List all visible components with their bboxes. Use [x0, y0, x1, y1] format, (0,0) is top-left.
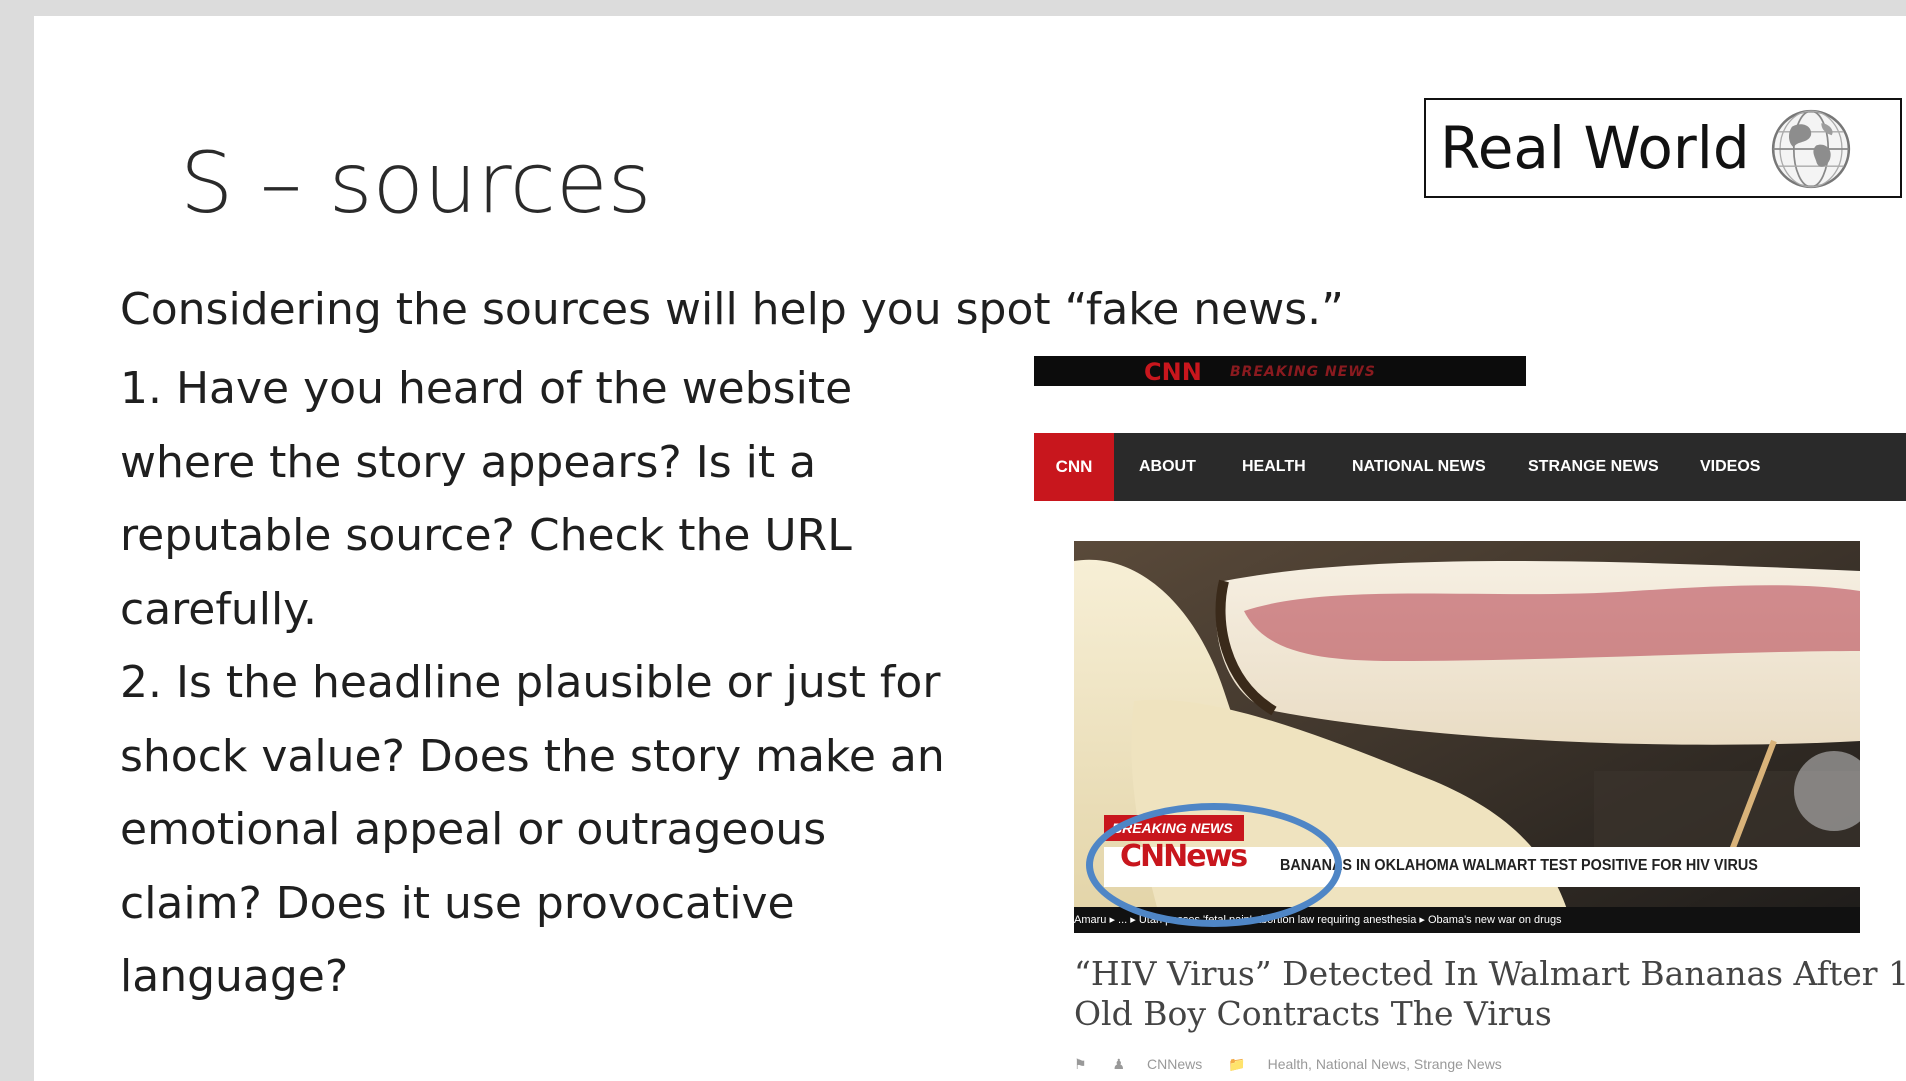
- nav-item-national-news[interactable]: NATIONAL NEWS: [1352, 433, 1486, 501]
- slide: S – sources Real World Considering the s…: [34, 16, 1906, 1081]
- article-meta: ⚑ ♟ CNNews 📁 Health, National News, Strang…: [1074, 1056, 1524, 1073]
- nav-item-videos[interactable]: VIDEOS: [1700, 433, 1760, 501]
- site-nav-bar: CNN ABOUT HEALTH NATIONAL NEWS STRANGE N…: [1034, 433, 1906, 501]
- folder-icon: 📁: [1228, 1056, 1246, 1072]
- article-photo: BANANAS IN OKLAHOMA WALMART TEST POSITIV…: [1074, 541, 1860, 933]
- question-list: 1. Have you heard of the website where t…: [120, 352, 1020, 1014]
- site-top-logo: CNN: [1144, 358, 1202, 386]
- nav-item-health[interactable]: HEALTH: [1242, 433, 1306, 501]
- article-title-line2: Old Boy Contracts The Virus: [1074, 994, 1552, 1033]
- site-top-bar: CNN BREAKING NEWS: [1034, 356, 1526, 386]
- author-icon: ♟: [1112, 1056, 1126, 1072]
- question-line: 1. Have you heard of the website: [120, 363, 853, 414]
- nav-item-about[interactable]: ABOUT: [1139, 433, 1196, 501]
- real-world-badge: Real World: [1424, 98, 1902, 198]
- fake-news-screenshot: CNN BREAKING NEWS CNN ABOUT HEALTH NATIO…: [1034, 356, 1906, 1081]
- article-title[interactable]: “HIV Virus” Detected In Walmart Bananas …: [1074, 954, 1906, 1034]
- nav-item-strange-news[interactable]: STRANGE NEWS: [1528, 433, 1659, 501]
- real-world-label: Real World: [1440, 114, 1750, 182]
- bookmark-icon[interactable]: ⚑: [1074, 1056, 1087, 1072]
- question-line: language?: [120, 951, 349, 1002]
- article-author[interactable]: CNNews: [1147, 1056, 1202, 1072]
- globe-icon: [1771, 109, 1851, 189]
- breaking-headline: BANANAS IN OKLAHOMA WALMART TEST POSITIV…: [1280, 857, 1758, 874]
- site-top-tagline: BREAKING NEWS: [1230, 364, 1376, 380]
- question-line: claim? Does it use provocative: [120, 877, 795, 929]
- slide-title: S – sources: [180, 134, 652, 232]
- question-line: carefully.: [120, 583, 317, 635]
- article-categories[interactable]: Health, National News, Strange News: [1268, 1056, 1502, 1072]
- intro-text: Considering the sources will help you sp…: [120, 284, 1344, 335]
- question-line: reputable source? Check the URL: [120, 510, 852, 561]
- article-title-line1: “HIV Virus” Detected In Walmart Bananas …: [1074, 954, 1906, 993]
- nav-item-home[interactable]: CNN: [1034, 433, 1114, 501]
- question-line: shock value? Does the story make an: [120, 730, 945, 782]
- question-line: 2. Is the headline plausible or just for: [120, 657, 941, 708]
- question-line: emotional appeal or outrageous: [120, 804, 827, 855]
- highlight-circle: [1086, 803, 1342, 927]
- question-line: where the story appears? Is it a: [120, 436, 817, 488]
